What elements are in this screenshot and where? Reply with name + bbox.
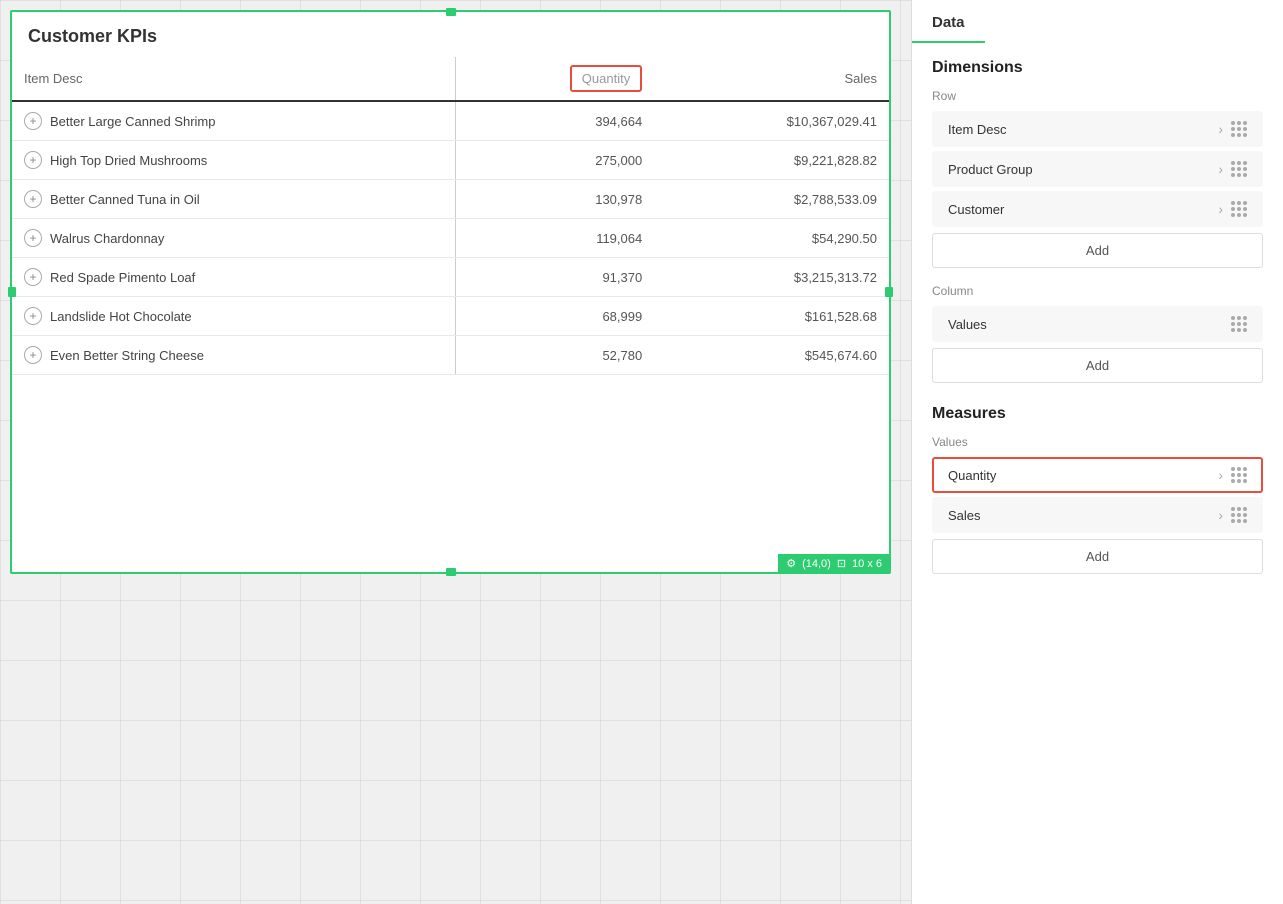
expand-icon[interactable]: + [24,229,42,247]
table-cell-sales: $2,788,533.09 [654,180,889,219]
dimension-values-controls [1231,316,1247,332]
table-cell-item: + Better Large Canned Shrimp [12,101,455,141]
badge-size: 10 x 6 [852,558,882,570]
chevron-icon: › [1218,467,1223,483]
dots-icon[interactable] [1231,507,1247,523]
dots-icon[interactable] [1231,121,1247,137]
resize-handle-bottom[interactable] [446,568,456,576]
values-label: Values [912,429,1283,453]
dimensions-header: Dimensions [912,43,1283,83]
canvas-area: Customer KPIs Item Desc Quantity Sales +… [0,0,911,904]
dimension-customer[interactable]: Customer › [932,191,1263,227]
dimension-product-group-controls: › [1218,161,1247,177]
table-cell-sales: $545,674.60 [654,336,889,375]
dimension-item-desc[interactable]: Item Desc › [932,111,1263,147]
column-add-button[interactable]: Add [932,348,1263,383]
measures-add-button[interactable]: Add [932,539,1263,574]
table-cell-sales: $54,290.50 [654,219,889,258]
resize-handle-right[interactable] [885,287,893,297]
chevron-icon: › [1218,161,1223,177]
dimension-customer-controls: › [1218,201,1247,217]
dimension-values-label: Values [948,317,987,332]
table-cell-quantity: 68,999 [455,297,654,336]
measure-quantity[interactable]: Quantity › [932,457,1263,493]
dots-icon[interactable] [1231,201,1247,217]
table-cell-sales: $161,528.68 [654,297,889,336]
table-row[interactable]: + Landslide Hot Chocolate 68,999$161,528.6… [12,297,889,336]
table-cell-sales: $10,367,029.41 [654,101,889,141]
table-cell-item: + Red Spade Pimento Loaf [12,258,455,297]
badge-resize-icon: ⊡ [837,557,846,570]
table-cell-sales: $9,221,828.82 [654,141,889,180]
measure-sales-controls: › [1218,507,1247,523]
table-cell-item: + Even Better String Cheese [12,336,455,375]
measure-quantity-controls: › [1218,467,1247,483]
table-row[interactable]: + Even Better String Cheese 52,780$545,674… [12,336,889,375]
table-header-row: Item Desc Quantity Sales [12,57,889,101]
dots-icon[interactable] [1231,316,1247,332]
dimension-values[interactable]: Values [932,306,1263,342]
measure-sales[interactable]: Sales › [932,497,1263,533]
table-cell-quantity: 119,064 [455,219,654,258]
col-quantity-header[interactable]: Quantity [455,57,654,101]
col-item-desc: Item Desc [12,57,455,101]
chevron-icon: › [1218,121,1223,137]
expand-icon[interactable]: + [24,190,42,208]
expand-icon[interactable]: + [24,307,42,325]
item-name: Better Canned Tuna in Oil [50,192,200,207]
measure-quantity-label: Quantity [948,468,996,483]
item-name: High Top Dried Mushrooms [50,153,207,168]
expand-icon[interactable]: + [24,346,42,364]
item-name: Red Spade Pimento Loaf [50,270,195,285]
item-name: Walrus Chardonnay [50,231,164,246]
dimension-product-group[interactable]: Product Group › [932,151,1263,187]
table-cell-sales: $3,215,313.72 [654,258,889,297]
table-cell-item: + Better Canned Tuna in Oil [12,180,455,219]
table-cell-quantity: 275,000 [455,141,654,180]
data-table: Item Desc Quantity Sales + Better Large C… [12,57,889,375]
dimension-item-desc-controls: › [1218,121,1247,137]
measure-sales-label: Sales [948,508,981,523]
table-cell-item: + Walrus Chardonnay [12,219,455,258]
table-row[interactable]: + Red Spade Pimento Loaf 91,370$3,215,313.… [12,258,889,297]
table-cell-quantity: 91,370 [455,258,654,297]
tab-data[interactable]: Data [912,0,985,43]
dimension-product-group-label: Product Group [948,162,1033,177]
right-panel: Data Dimensions Row Item Desc › Product … [911,0,1283,904]
item-name: Landslide Hot Chocolate [50,309,192,324]
item-name: Better Large Canned Shrimp [50,114,215,129]
row-label: Row [912,83,1283,107]
table-row[interactable]: + Walrus Chardonnay 119,064$54,290.50 [12,219,889,258]
column-label: Column [912,278,1283,302]
dots-icon[interactable] [1231,467,1247,483]
item-name: Even Better String Cheese [50,348,204,363]
row-add-button[interactable]: Add [932,233,1263,268]
widget-container[interactable]: Customer KPIs Item Desc Quantity Sales +… [10,10,891,574]
resize-handle-top[interactable] [446,8,456,16]
dimension-customer-label: Customer [948,202,1004,217]
widget-title: Customer KPIs [12,12,889,57]
table-cell-item: + Landslide Hot Chocolate [12,297,455,336]
table-row[interactable]: + High Top Dried Mushrooms 275,000$9,221,8… [12,141,889,180]
badge-gear-icon: ⚙ [786,557,796,570]
expand-icon[interactable]: + [24,112,42,130]
table-cell-quantity: 130,978 [455,180,654,219]
table-row[interactable]: + Better Canned Tuna in Oil 130,978$2,788,… [12,180,889,219]
col-sales-header: Sales [654,57,889,101]
table-row[interactable]: + Better Large Canned Shrimp 394,664$10,36… [12,101,889,141]
expand-icon[interactable]: + [24,268,42,286]
resize-handle-left[interactable] [8,287,16,297]
badge-position: (14,0) [802,558,831,570]
dimension-item-desc-label: Item Desc [948,122,1007,137]
widget-badge: ⚙ (14,0) ⊡ 10 x 6 [778,554,890,573]
table-cell-quantity: 52,780 [455,336,654,375]
measures-header: Measures [912,389,1283,429]
chevron-icon: › [1218,507,1223,523]
dots-icon[interactable] [1231,161,1247,177]
table-cell-item: + High Top Dried Mushrooms [12,141,455,180]
expand-icon[interactable]: + [24,151,42,169]
chevron-icon: › [1218,201,1223,217]
table-cell-quantity: 394,664 [455,101,654,141]
